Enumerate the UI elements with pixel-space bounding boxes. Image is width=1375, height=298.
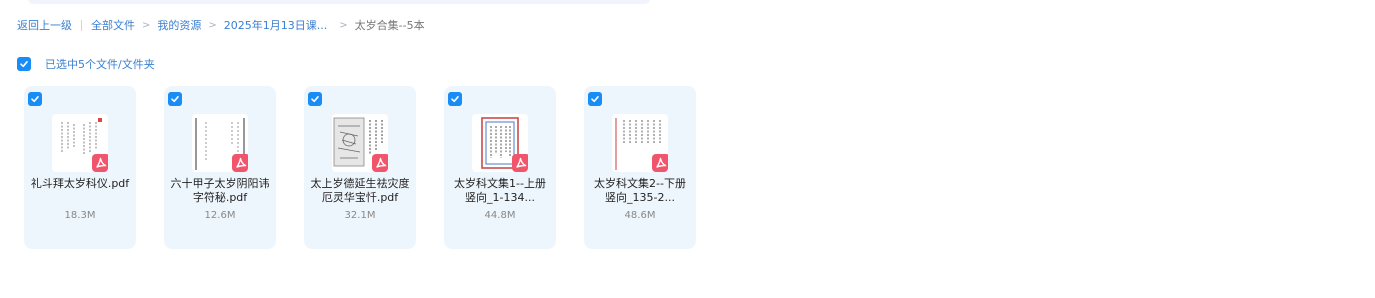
- file-thumbnail: [612, 114, 668, 172]
- selection-count-label: 已选中5个文件/文件夹: [45, 58, 155, 71]
- pdf-icon: [372, 154, 388, 172]
- checkmark-icon: [591, 96, 599, 103]
- select-all-row: 已选中5个文件/文件夹: [17, 56, 155, 72]
- file-card[interactable]: 太岁科文集2--下册竖向_135-2... 48.6M: [584, 86, 696, 249]
- file-size: 32.1M: [344, 210, 376, 221]
- file-name: 六十甲子太岁阴阳讳字符秘.pdf: [170, 177, 270, 204]
- file-checkbox[interactable]: [168, 92, 182, 106]
- breadcrumb: 返回上一级 全部文件 > 我的资源 > 2025年1月13日课... > 太岁合…: [17, 17, 425, 33]
- checkmark-icon: [451, 96, 459, 103]
- file-size: 44.8M: [484, 210, 516, 221]
- file-card[interactable]: 六十甲子太岁阴阳讳字符秘.pdf 12.6M: [164, 86, 276, 249]
- file-name: 太上岁德延生祛灾度厄灵华宝忏.pdf: [310, 177, 410, 204]
- file-name: 太岁科文集2--下册竖向_135-2...: [594, 177, 686, 204]
- pdf-icon: [512, 154, 528, 172]
- file-thumbnail: [192, 114, 248, 172]
- file-thumbnail: [332, 114, 388, 172]
- file-size: 12.6M: [204, 210, 236, 221]
- file-checkbox[interactable]: [588, 92, 602, 106]
- file-thumbnail: [52, 114, 108, 172]
- checkmark-icon: [311, 96, 319, 103]
- file-name: 太岁科文集1--上册竖向_1-134...: [454, 177, 546, 204]
- file-checkbox[interactable]: [308, 92, 322, 106]
- chevron-right-icon: >: [142, 19, 151, 31]
- pdf-icon: [92, 154, 108, 172]
- chevron-right-icon: >: [208, 19, 217, 31]
- chevron-right-icon: >: [339, 19, 348, 31]
- file-card[interactable]: 太岁科文集1--上册竖向_1-134... 44.8M: [444, 86, 556, 249]
- file-checkbox[interactable]: [448, 92, 462, 106]
- file-card[interactable]: 太上岁德延生祛灾度厄灵华宝忏.pdf 32.1M: [304, 86, 416, 249]
- breadcrumb-item-all-files[interactable]: 全部文件: [91, 17, 135, 33]
- file-size: 18.3M: [64, 210, 96, 221]
- pdf-icon: [232, 154, 248, 172]
- breadcrumb-current: 太岁合集--5本: [354, 19, 425, 32]
- select-all-checkbox[interactable]: [17, 57, 31, 71]
- file-checkbox[interactable]: [28, 92, 42, 106]
- checkmark-icon: [20, 61, 28, 68]
- checkmark-icon: [31, 96, 39, 103]
- file-name: 礼斗拜太岁科仪.pdf: [30, 177, 130, 190]
- search-bar-edge: [28, 0, 650, 4]
- breadcrumb-item-my-resources[interactable]: 我的资源: [157, 17, 201, 33]
- file-size: 48.6M: [624, 210, 656, 221]
- breadcrumb-item-course-folder[interactable]: 2025年1月13日课...: [224, 17, 327, 33]
- file-thumbnail: [472, 114, 528, 172]
- pdf-icon: [652, 154, 668, 172]
- divider: [81, 19, 82, 31]
- back-button[interactable]: 返回上一级: [17, 17, 72, 33]
- checkmark-icon: [171, 96, 179, 103]
- file-card[interactable]: 礼斗拜太岁科仪.pdf 18.3M: [24, 86, 136, 249]
